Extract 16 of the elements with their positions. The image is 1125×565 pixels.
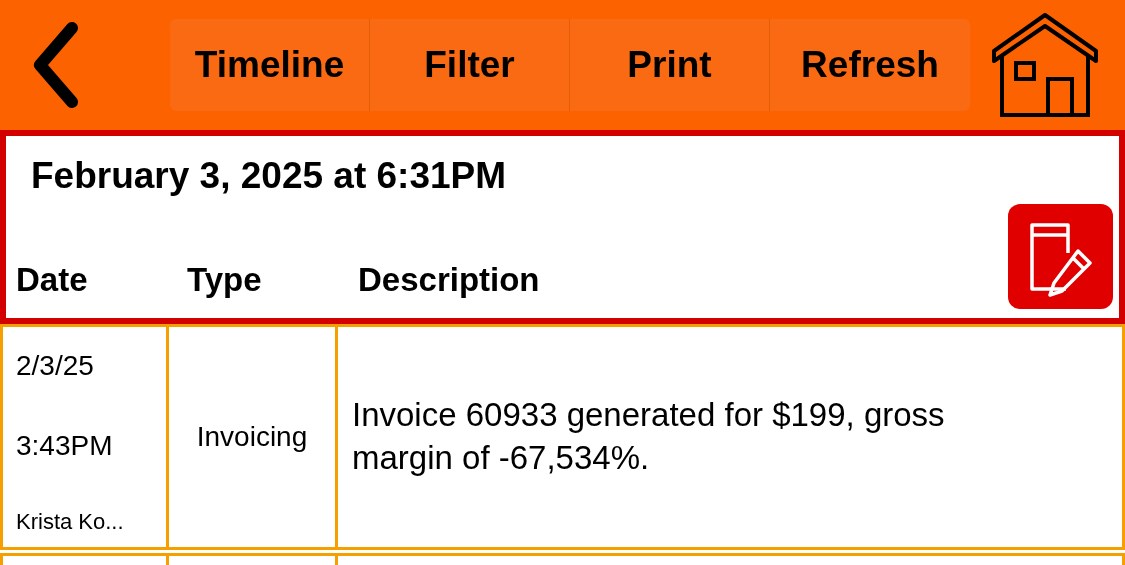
user-name: Krista Ko... xyxy=(16,508,124,536)
toolbar-button[interactable]: Timeline xyxy=(170,19,370,111)
home-button[interactable] xyxy=(990,11,1100,119)
type-text: Invoicing xyxy=(196,420,308,454)
column-header: Type xyxy=(187,259,263,300)
home-icon xyxy=(990,11,1100,119)
column-header: Description xyxy=(358,259,541,300)
column-header: Date xyxy=(16,259,89,300)
time-text: 3:43PM xyxy=(16,429,113,463)
toolbar-button[interactable]: Refresh xyxy=(770,19,970,111)
timestamp-title: February 3, 2025 at 6:31PM xyxy=(31,154,507,198)
toolbar-button[interactable]: Print xyxy=(570,19,770,111)
date-text: 2/3/25 xyxy=(16,349,94,383)
edit-button[interactable] xyxy=(1008,204,1113,309)
description-text: Invoice 60933 generated for $199, gross margin of -67,534%. xyxy=(352,395,946,478)
toolbar-button[interactable]: Filter xyxy=(370,19,570,111)
